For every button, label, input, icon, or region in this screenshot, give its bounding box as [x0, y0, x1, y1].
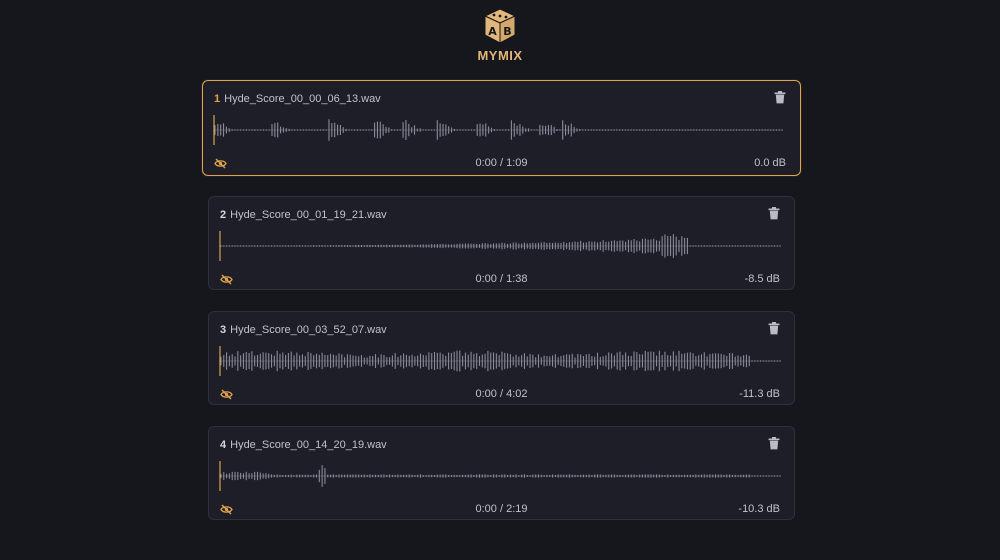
- waveform[interactable]: [219, 461, 781, 491]
- track-card[interactable]: 1 Hyde_Score_00_00_06_13.wav 0:00 / 1:09 …: [202, 80, 801, 176]
- waveform[interactable]: [219, 346, 781, 376]
- track-gain[interactable]: -8.5 dB: [745, 273, 780, 285]
- track-gain[interactable]: 0.0 dB: [754, 157, 786, 169]
- track-title: 2 Hyde_Score_00_01_19_21.wav: [220, 209, 387, 221]
- track-number: 1: [214, 93, 221, 105]
- track-card[interactable]: 2 Hyde_Score_00_01_19_21.wav 0:00 / 1:38 …: [208, 196, 795, 290]
- svg-text:A: A: [488, 25, 497, 38]
- playback-time: 0:00 / 4:02: [475, 388, 528, 400]
- playback-time: 0:00 / 2:19: [475, 503, 528, 515]
- playback-time: 0:00 / 1:38: [475, 273, 528, 285]
- track-card[interactable]: 3 Hyde_Score_00_03_52_07.wav 0:00 / 4:02 …: [208, 311, 795, 405]
- track-card[interactable]: 4 Hyde_Score_00_14_20_19.wav 0:00 / 2:19 …: [208, 426, 795, 520]
- track-filename: Hyde_Score_00_03_52_07.wav: [230, 324, 387, 336]
- track-title: 3 Hyde_Score_00_03_52_07.wav: [220, 324, 387, 336]
- trash-icon[interactable]: [774, 91, 786, 104]
- track-gain[interactable]: -10.3 dB: [738, 503, 780, 515]
- track-title: 4 Hyde_Score_00_14_20_19.wav: [220, 439, 387, 451]
- brand-name: MYMIX: [477, 48, 523, 63]
- waveform[interactable]: [213, 115, 783, 145]
- trash-icon[interactable]: [768, 207, 780, 220]
- svg-text:B: B: [503, 25, 511, 38]
- track-number: 2: [220, 209, 227, 221]
- playback-time: 0:00 / 1:09: [475, 157, 528, 169]
- track-filename: Hyde_Score_00_00_06_13.wav: [224, 93, 381, 105]
- track-number: 4: [220, 439, 227, 451]
- track-filename: Hyde_Score_00_01_19_21.wav: [230, 209, 387, 221]
- trash-icon[interactable]: [768, 437, 780, 450]
- ab-dice-icon: A B: [483, 8, 517, 44]
- app-logo: A B MYMIX: [0, 6, 1000, 63]
- track-gain[interactable]: -11.3 dB: [739, 388, 780, 400]
- trash-icon[interactable]: [768, 322, 780, 335]
- track-number: 3: [220, 324, 227, 336]
- mymix-app: A B MYMIX 1 Hyde_Score_00_00_06_13.wav 0:…: [0, 0, 1000, 560]
- track-filename: Hyde_Score_00_14_20_19.wav: [230, 439, 387, 451]
- track-title: 1 Hyde_Score_00_00_06_13.wav: [214, 93, 381, 105]
- waveform[interactable]: [219, 231, 781, 261]
